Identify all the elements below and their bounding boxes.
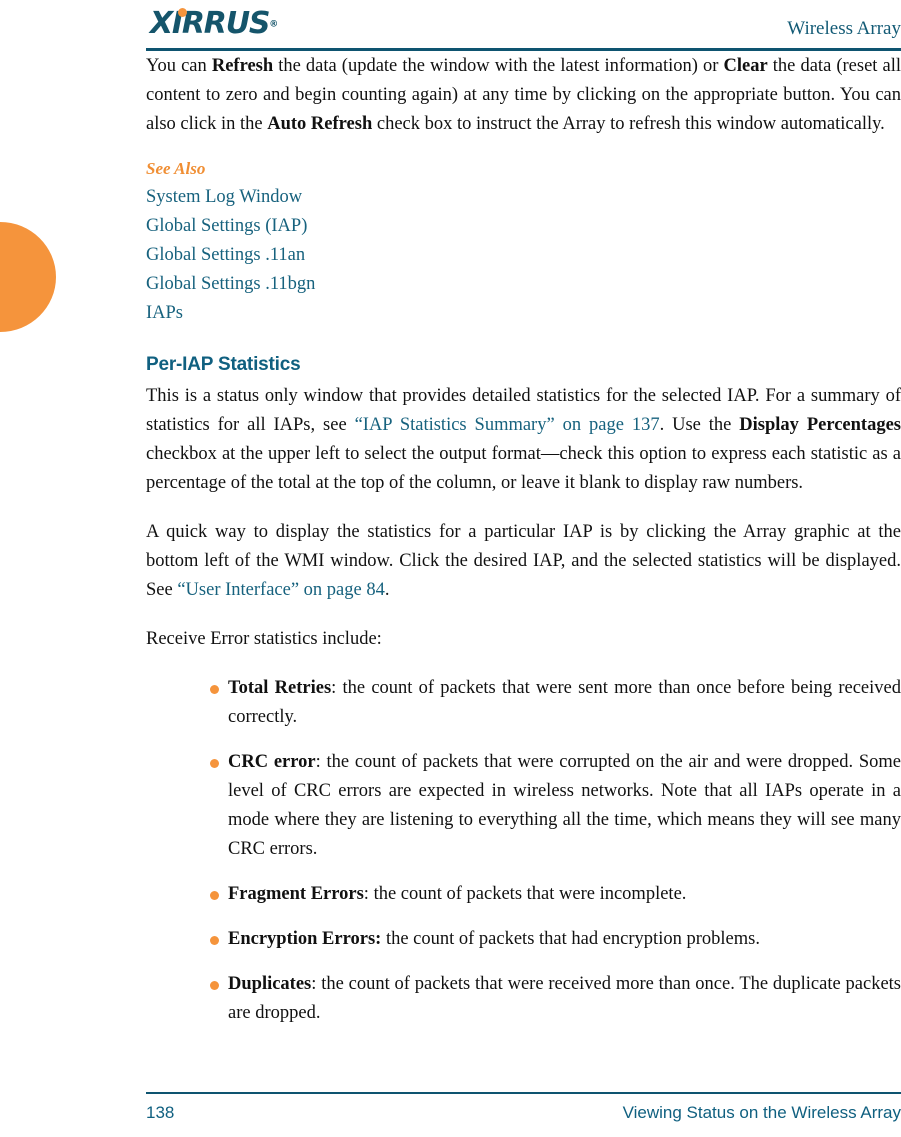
page-footer: 138 Viewing Status on the Wireless Array [146, 1092, 901, 1123]
page-content: XIRRUS® Wireless Array You can Refresh t… [146, 0, 901, 1137]
text-run: . Use the [659, 415, 740, 435]
xirrus-logo: XIRRUS® [150, 8, 278, 40]
list-item-text: the count of packets that had encryption… [381, 929, 760, 949]
cross-reference-user-interface[interactable]: “User Interface” on page 84 [177, 580, 385, 600]
list-item: Encryption Errors: the count of packets … [146, 925, 901, 954]
footer-divider [146, 1092, 901, 1094]
list-item-text: the count of packets that were corrupted… [228, 752, 901, 859]
list-item: CRC error: the count of packets that wer… [146, 748, 901, 864]
list-item-term: Encryption Errors: [228, 929, 382, 949]
cross-reference-iap-statistics-summary[interactable]: “IAP Statistics Summary” on page 137 [355, 415, 660, 435]
footer-chapter-title: Viewing Status on the Wireless Array [622, 1103, 901, 1122]
see-also-link-global-settings-11an[interactable]: Global Settings .11an [146, 241, 901, 270]
term-clear: Clear [723, 56, 768, 76]
list-item: Total Retries: the count of packets that… [146, 674, 901, 732]
paragraph-receive-error-intro: Receive Error statistics include: [146, 629, 382, 649]
list-item: Fragment Errors: the count of packets th… [146, 880, 901, 909]
list-item-term: Duplicates [228, 974, 312, 994]
page-header: XIRRUS® Wireless Array [146, 0, 901, 52]
text-run: . [384, 580, 390, 600]
term-auto-refresh: Auto Refresh [267, 114, 373, 134]
text-run: checkbox at the upper left to select the… [146, 444, 901, 493]
term-refresh: Refresh [211, 56, 274, 76]
text-run: the data (update the window with the lat… [273, 56, 724, 76]
receive-error-bullet-list: Total Retries: the count of packets that… [146, 674, 901, 1028]
list-item-text: the count of packets that were received … [228, 974, 901, 1023]
see-also-link-iaps[interactable]: IAPs [146, 299, 901, 328]
header-divider [146, 48, 901, 51]
see-also-heading: See Also [146, 159, 206, 178]
registered-trademark-icon: ® [269, 19, 279, 30]
see-also-block: See Also System Log Window Global Settin… [146, 159, 901, 328]
paragraph-refresh-clear: You can Refresh the data (update the win… [146, 52, 901, 139]
term-display-percentages: Display Percentages [739, 415, 901, 435]
see-also-link-global-settings-iap[interactable]: Global Settings (IAP) [146, 212, 901, 241]
paragraph-quick-way: A quick way to display the statistics fo… [146, 518, 901, 605]
list-item-term: CRC error [228, 752, 316, 772]
section-heading-per-iap-statistics: Per-IAP Statistics [146, 354, 301, 375]
text-run: check box to instruct the Array to refre… [372, 114, 885, 134]
list-item-term: Fragment Errors [228, 884, 364, 904]
see-also-link-system-log-window[interactable]: System Log Window [146, 183, 901, 212]
paragraph-per-iap-statistics: This is a status only window that provid… [146, 382, 901, 498]
list-item: Duplicates: the count of packets that we… [146, 970, 901, 1028]
page-edge-tab [0, 222, 56, 332]
logo-dot-icon [178, 8, 187, 17]
text-run: You can [146, 56, 212, 76]
header-title: Wireless Array [787, 18, 901, 39]
footer-page-number: 138 [146, 1103, 175, 1122]
logo-wordmark: XIRRUS [150, 6, 270, 41]
list-item-term: Total Retries [228, 678, 332, 698]
list-item-text: the count of packets that were incomplet… [368, 884, 687, 904]
see-also-link-global-settings-11bgn[interactable]: Global Settings .11bgn [146, 270, 901, 299]
footer-row: 138 Viewing Status on the Wireless Array [146, 1103, 901, 1123]
